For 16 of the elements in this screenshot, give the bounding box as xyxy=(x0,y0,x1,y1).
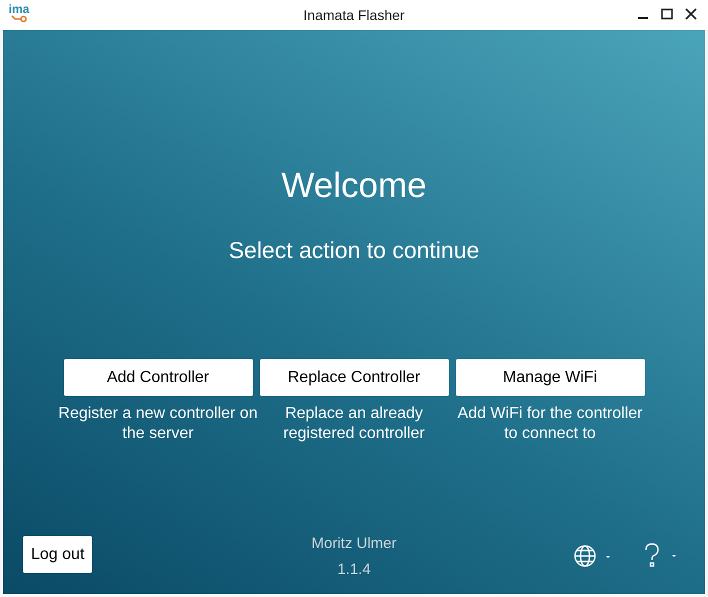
window-title: Inamata Flasher xyxy=(303,6,405,24)
maximize-icon[interactable] xyxy=(660,7,674,21)
action-description: Register a new controller on the server xyxy=(58,404,258,444)
logout-button[interactable]: Log out xyxy=(23,536,92,573)
action-button[interactable]: Replace Controller xyxy=(260,359,448,396)
subtitle: Select action to continue xyxy=(228,236,480,264)
action-button[interactable]: Add Controller xyxy=(64,359,252,396)
heading: Welcome xyxy=(281,165,427,207)
app-logo: ima xyxy=(6,3,32,25)
action-description: Replace an already registered controller xyxy=(282,404,426,444)
action-description: Add WiFi for the controller to connect to xyxy=(456,404,644,444)
close-icon[interactable] xyxy=(684,7,698,21)
version-label: 1.1.4 xyxy=(337,560,371,580)
action-button[interactable]: Manage WiFi xyxy=(456,359,644,396)
user-name: Moritz Ulmer xyxy=(312,534,396,554)
language-icon[interactable] xyxy=(573,544,613,568)
